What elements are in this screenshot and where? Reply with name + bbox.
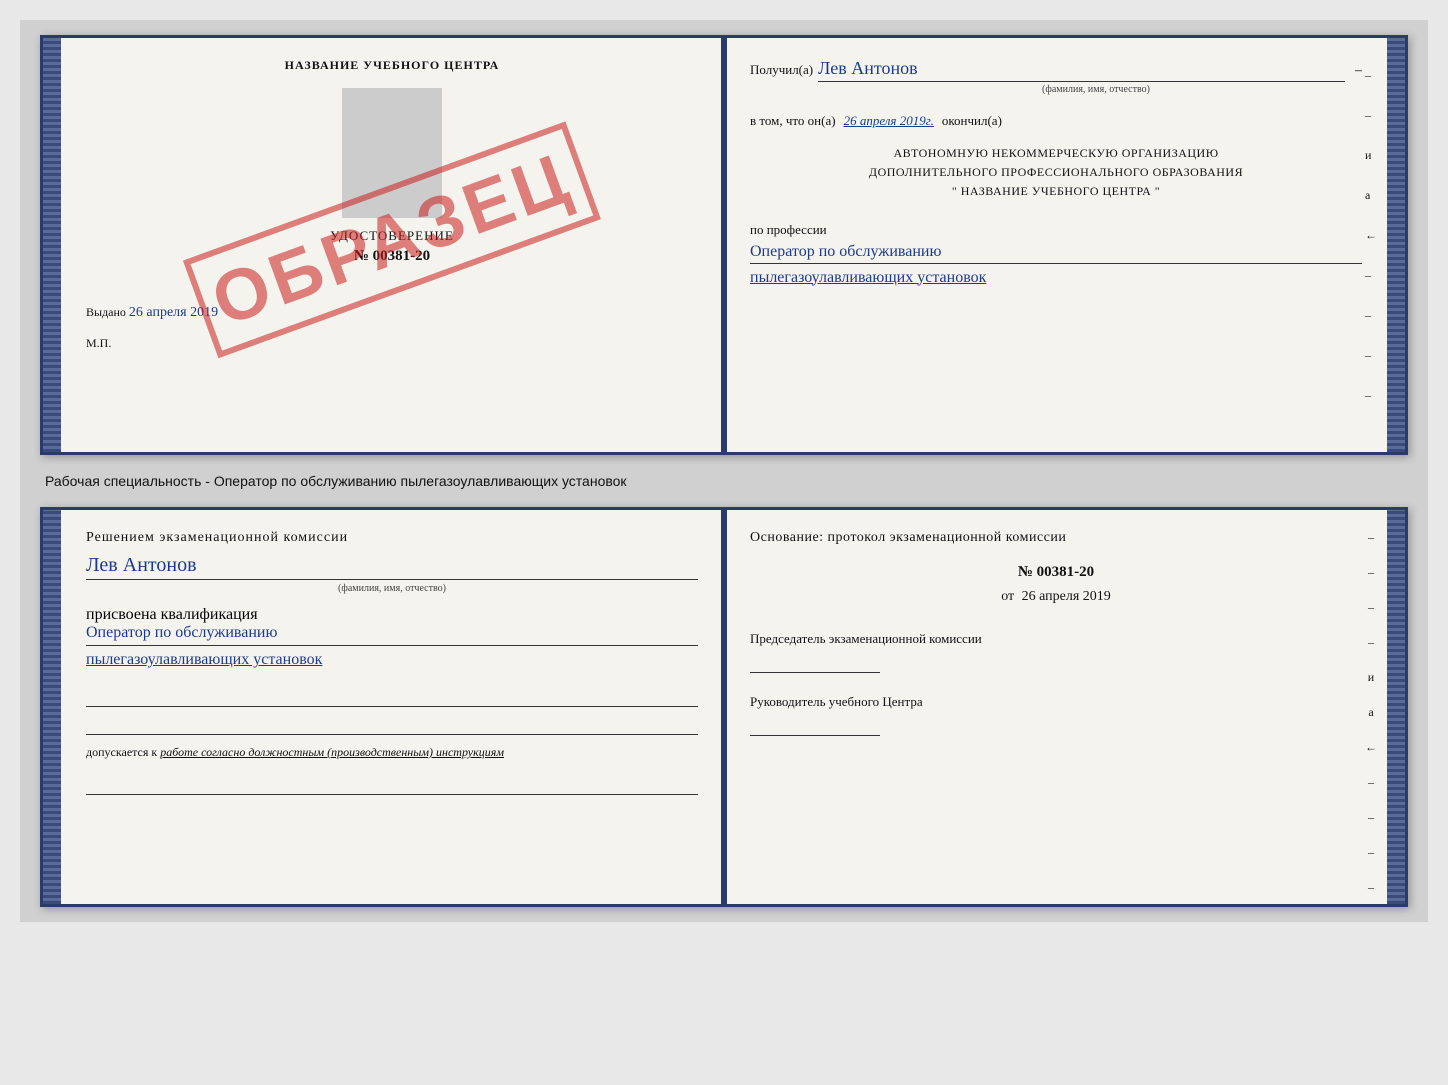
top-right-page: Получил(а) Лев Антонов – (фамилия, имя, … xyxy=(725,38,1387,452)
ot-date-value: 26 апреля 2019 xyxy=(1022,589,1111,604)
cert-title-block: НАЗВАНИЕ УЧЕБНОГО ЦЕНТРА xyxy=(86,58,698,73)
right-column-lines: – – и а ← – – – – xyxy=(1365,68,1377,403)
mp-line: М.П. xyxy=(86,336,698,351)
predsedatel-sign-line xyxy=(750,653,880,673)
v-tom-label: в том, что он(а) xyxy=(750,113,836,129)
ot-label: от xyxy=(1001,589,1014,604)
dash-after-fio: – xyxy=(1355,63,1362,79)
cert-date: 26 апреля 2019г. xyxy=(844,113,934,129)
fio-subtitle-top: (фамилия, имя, отчество) xyxy=(830,84,1362,95)
rukovoditel-sign-line xyxy=(750,716,880,736)
po-professii-block: по профессии Оператор по обслуживанию пы… xyxy=(750,222,1362,289)
dopusk-value: работе согласно должностным (производств… xyxy=(160,745,504,759)
rukovoditel-text: Руководитель учебного Центра xyxy=(750,693,1362,711)
blank-line-3 xyxy=(86,775,698,795)
dopuskaetsya-block: допускается к работе согласно должностны… xyxy=(86,745,698,760)
udost-label: УДОСТОВЕРЕНИЕ xyxy=(86,228,698,244)
protocol-number: № 00381-20 xyxy=(750,564,1362,581)
caption-line: Рабочая специальность - Оператор по обсл… xyxy=(40,465,1408,497)
osnovanie-text: Основание: протокол экзаменационной коми… xyxy=(750,530,1362,546)
spine-left xyxy=(43,38,61,452)
bottom-left-page: Решением экзаменационной комиссии Лев Ан… xyxy=(61,510,725,904)
spine-right xyxy=(1387,38,1405,452)
bottom-certificate-book: Решением экзаменационной комиссии Лев Ан… xyxy=(40,507,1408,907)
photo-placeholder xyxy=(342,88,442,218)
poluchil-label: Получил(а) xyxy=(750,62,813,78)
okonchil-label: окончил(а) xyxy=(942,113,1002,129)
prisvoena-text: присвоена квалификация xyxy=(86,606,698,624)
profession-line1: Оператор по обслуживанию xyxy=(750,243,1362,264)
top-certificate-book: НАЗВАНИЕ УЧЕБНОГО ЦЕНТРА УДОСТОВЕРЕНИЕ №… xyxy=(40,35,1408,455)
blank-line-1 xyxy=(86,687,698,707)
qual-line1: Оператор по обслуживанию xyxy=(86,624,698,646)
blank-line-2 xyxy=(86,715,698,735)
fio-sub-bottom: (фамилия, имя, отчество) xyxy=(86,583,698,594)
fio-handwritten-top: Лев Антонов xyxy=(818,58,1345,82)
bottom-right-page: Основание: протокол экзаменационной коми… xyxy=(725,510,1387,904)
ot-date: от 26 апреля 2019 xyxy=(750,589,1362,605)
po-professii-label: по профессии xyxy=(750,222,827,237)
org-line1: АВТОНОМНУЮ НЕКОММЕРЧЕСКУЮ ОРГАНИЗАЦИЮ xyxy=(750,144,1362,163)
vydano-label: Выдано xyxy=(86,305,126,319)
org-line3: " НАЗВАНИЕ УЧЕБНОГО ЦЕНТРА " xyxy=(750,182,1362,201)
right-col-dashes-bottom: – – – – и а ← – – – – xyxy=(1365,530,1377,895)
v-tom-line: в том, что он(а) 26 апреля 2019г. окончи… xyxy=(750,113,1362,129)
org-line2: ДОПОЛНИТЕЛЬНОГО ПРОФЕССИОНАЛЬНОГО ОБРАЗО… xyxy=(750,163,1362,182)
cert-title: НАЗВАНИЕ УЧЕБНОГО ЦЕНТРА xyxy=(86,58,698,73)
spine-left-bottom xyxy=(43,510,61,904)
top-left-page: НАЗВАНИЕ УЧЕБНОГО ЦЕНТРА УДОСТОВЕРЕНИЕ №… xyxy=(61,38,725,452)
vydano-line: Выдано 26 апреля 2019 xyxy=(86,305,698,321)
fio-bottom-left: Лев Антонов xyxy=(86,554,698,580)
qual-line2: пылегазоулавливающих установок xyxy=(86,651,698,672)
udost-number: № 00381-20 xyxy=(86,248,698,265)
vydano-date: 26 апреля 2019 xyxy=(129,305,218,320)
predsedatel-text: Председатель экзаменационной комиссии xyxy=(750,630,1362,648)
spine-right-bottom xyxy=(1387,510,1405,904)
dopuskaetsya-label: допускается к xyxy=(86,745,157,759)
profession-line2: пылегазоулавливающих установок xyxy=(750,269,1362,289)
page-wrapper: НАЗВАНИЕ УЧЕБНОГО ЦЕНТРА УДОСТОВЕРЕНИЕ №… xyxy=(20,20,1428,922)
resheniem-text: Решением экзаменационной комиссии xyxy=(86,530,698,546)
poluchil-line: Получил(а) Лев Антонов – xyxy=(750,58,1362,82)
org-block: АВТОНОМНУЮ НЕКОММЕРЧЕСКУЮ ОРГАНИЗАЦИЮ ДО… xyxy=(750,144,1362,202)
